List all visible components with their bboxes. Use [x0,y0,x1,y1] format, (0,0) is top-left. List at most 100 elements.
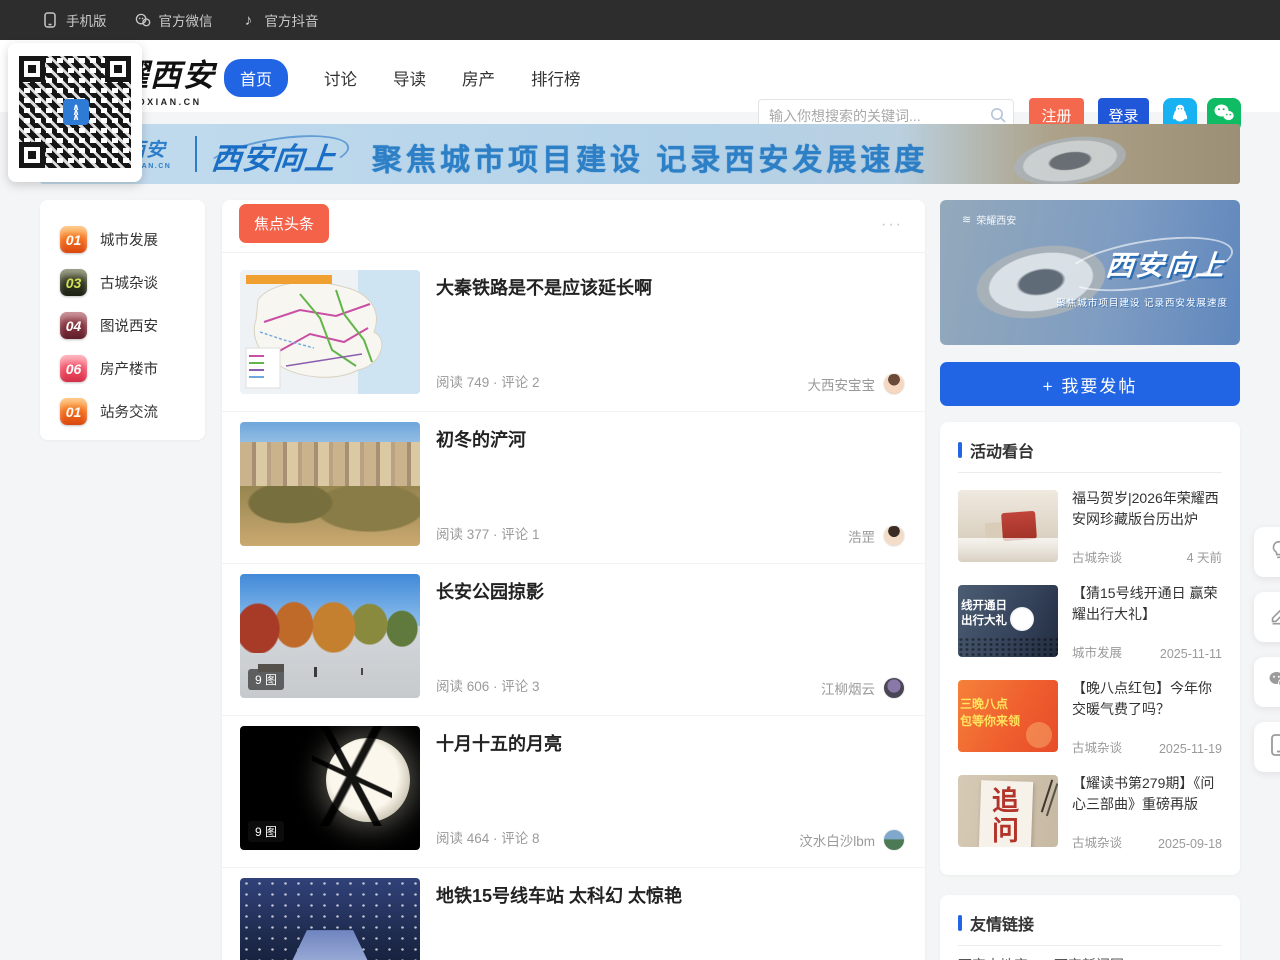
section-accent-bar [958,442,962,458]
forum-sidebar: 01 城市发展 03 古城杂谈 04 图说西安 06 房产楼市 01 站务交流 [40,200,205,440]
activity-item[interactable]: 三晚八点 包等你来领 【晚八点红包】今年你交暖气费了吗？ 古城杂谈 2025-1… [958,678,1222,758]
search-icon[interactable] [983,107,1013,124]
activity-item-category[interactable]: 古城杂谈 [1072,737,1122,756]
nav-discuss[interactable]: 讨论 [324,66,357,90]
mobile-tool-button[interactable] [1254,722,1280,772]
qr-finder-icon [105,56,131,82]
article-thumbnail-river[interactable]: 9 图 [240,422,420,546]
article-thumbnail-moon[interactable]: 9 图 [240,726,420,850]
article-author[interactable]: 大西安宝宝 [808,373,906,395]
article-list: 大秦铁路是不是应该延长啊 阅读 749 · 评论 2 大西安宝宝 9 图 初冬的… [222,260,925,960]
author-name: 汶水白沙lbm [799,830,875,850]
avatar[interactable] [883,677,905,699]
friend-link[interactable]: 西安新闻网 [1054,955,1124,960]
search-input[interactable] [759,108,983,124]
forum-label: 古城杂谈 [100,272,158,293]
feed-panel: 焦点头条 ··· [222,200,925,960]
divider [958,472,1222,473]
forum-label: 图说西安 [100,315,158,336]
mobile-version-link[interactable]: 手机版 [42,10,107,30]
article-author[interactable]: 汶水白沙lbm [799,829,905,851]
article-title[interactable]: 长安公园掠影 [436,578,544,604]
activity-thumbnail-calendar[interactable] [958,490,1058,562]
article-thumbnail-railway-map[interactable] [240,270,420,394]
forum-label: 站务交流 [100,401,158,422]
activity-item[interactable]: 追问 【耀读书第279期】《问心三部曲》重磅再版 古城杂谈 2025-09-18 [958,773,1222,853]
activity-item-title[interactable]: 福马贺岁|2026年荣耀西安网珍藏版台历出炉 [1072,488,1224,530]
article-thumbnail-metro[interactable] [240,878,420,960]
wechat-tool-button[interactable] [1254,657,1280,707]
avatar[interactable] [883,829,905,851]
activity-item-category[interactable]: 古城杂谈 [1072,547,1122,566]
article-thumbnail-park[interactable]: 9 图 [240,574,420,698]
activity-header: 活动看台 [958,438,1034,462]
forum-badge-icon: 01 [60,398,87,425]
activity-item-title[interactable]: 【猜15号线开通日 赢荣耀出行大礼】 [1072,583,1224,625]
forum-label: 城市发展 [100,229,158,250]
activity-item-category[interactable]: 城市发展 [1072,642,1122,661]
nav-ranking[interactable]: 排行榜 [531,66,581,90]
aside-banner-logo: ≋ 荣耀西安 [962,212,1016,227]
sidebar-item-photo-xian[interactable]: 04 图说西安 [40,304,205,347]
official-douyin-link[interactable]: ♪ 官方抖音 [241,10,319,30]
aside-campaign-banner[interactable]: ≋ 荣耀西安 西安向上 聚焦城市项目建设 记录西安发展速度 [940,200,1240,345]
thumb-overlay-text: 线开通日 [961,599,1007,614]
article-title[interactable]: 十月十五的月亮 [436,730,562,756]
pagoda-icon: ≋ [962,218,971,222]
thumb-overlay-text: 三晚八点 [960,696,1020,713]
friend-link[interactable]: 西安本地宝 [958,955,1028,960]
nav-guide[interactable]: 导读 [393,66,426,90]
activity-item-title[interactable]: 【晚八点红包】今年你交暖气费了吗？ [1072,678,1224,720]
activity-item-title[interactable]: 【耀读书第279期】《问心三部曲》重磅再版 [1072,773,1224,815]
campaign-banner[interactable]: 荣耀西安 RONGYAOXIAN.CN 西安向上 聚焦城市项目建设 记录西安发展… [40,124,1240,184]
activity-item-category[interactable]: 古城杂谈 [1072,832,1122,851]
activity-item-date: 2025-09-18 [1158,837,1222,851]
forum-badge-icon: 06 [60,355,87,382]
article-title[interactable]: 地铁15号线车站 太科幻 太惊艳 [436,882,682,908]
sidebar-item-oldtown-talk[interactable]: 03 古城杂谈 [40,261,205,304]
sidebar-item-realestate[interactable]: 06 房产楼市 [40,347,205,390]
article-author[interactable]: 浩罡 [848,525,905,547]
thumb-overlay-text: 追问 [992,787,1022,847]
activity-item-date: 4 天前 [1187,547,1222,566]
activity-item[interactable]: 线开通日 出行大礼 【猜15号线开通日 赢荣耀出行大礼】 城市发展 2025-1… [958,583,1222,663]
activity-item-date: 2025-11-19 [1159,742,1222,756]
divider [958,945,1222,946]
qr-code: ∧∧∧ [19,56,131,168]
avatar[interactable] [883,373,905,395]
author-name: 大西安宝宝 [808,374,876,394]
activity-thumbnail-book[interactable]: 追问 [958,775,1058,847]
nav-realestate[interactable]: 房产 [462,66,495,90]
tip-tool-button[interactable] [1254,527,1280,577]
official-wechat-link[interactable]: 官方微信 [135,10,213,30]
main-nav: 首页 讨论 导读 房产 排行榜 [224,59,581,97]
banner-divider [195,136,197,172]
wechat-bubbles-icon [1267,669,1280,696]
article-author[interactable]: 江柳烟云 [821,677,905,699]
aside-banner-subtitle: 聚焦城市项目建设 记录西安发展速度 [1056,295,1228,309]
sidebar-item-site-affairs[interactable]: 01 站务交流 [40,390,205,433]
forum-badge-icon: 04 [60,312,87,339]
aside-banner-logo-text: 荣耀西安 [976,212,1016,227]
sidebar-item-city-development[interactable]: 01 城市发展 [40,218,205,261]
qr-finder-icon [19,142,45,168]
qr-finder-icon [19,56,45,82]
write-post-tool-button[interactable] [1254,592,1280,642]
tab-hot-headlines[interactable]: 焦点头条 [239,204,329,243]
activity-item[interactable]: 福马贺岁|2026年荣耀西安网珍藏版台历出炉 古城杂谈 4 天前 [958,488,1222,568]
nav-home[interactable]: 首页 [224,59,288,97]
pencil-icon [1268,604,1280,631]
article-title[interactable]: 大秦铁路是不是应该延长啊 [436,274,652,300]
article-row: 9 图 十月十五的月亮 阅读 464 · 评论 8 汶水白沙lbm [222,716,925,868]
activity-thumbnail-redpacket[interactable]: 三晚八点 包等你来领 [958,680,1058,752]
more-options-icon[interactable]: ··· [881,216,903,234]
article-row: 大秦铁路是不是应该延长啊 阅读 749 · 评论 2 大西安宝宝 [222,260,925,412]
new-post-button[interactable]: + 我要发帖 [940,362,1240,406]
avatar[interactable] [883,525,905,547]
wechat-icon [135,12,151,28]
article-title[interactable]: 初冬的浐河 [436,426,526,452]
official-douyin-label: 官方抖音 [265,10,319,30]
top-utility-bar: 手机版 官方微信 ♪ 官方抖音 [0,0,1280,40]
activity-thumbnail-line15[interactable]: 线开通日 出行大礼 [958,585,1058,657]
friend-links: 西安本地宝 西安新闻网 [958,955,1124,960]
